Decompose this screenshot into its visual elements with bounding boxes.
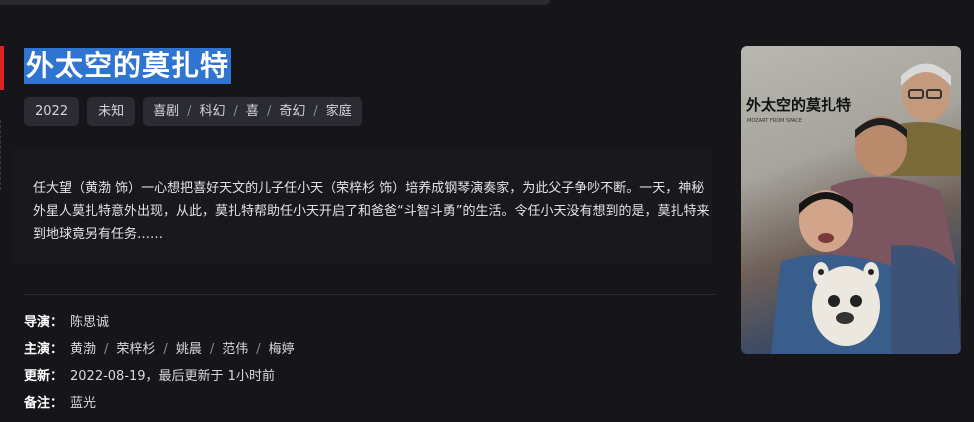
director-value: 陈思诚: [70, 309, 109, 336]
timeline-dashed-line: [0, 120, 3, 190]
note-label: 备注：: [24, 396, 64, 411]
genre-tag[interactable]: 科幻: [200, 97, 226, 126]
detail-panel: 外太空的莫扎特 2022 未知 喜剧 / 科幻 / 喜 / 奇幻 / 家庭 任大望（黄渤…: [0, 0, 974, 422]
cast-link[interactable]: 黄渤: [70, 336, 96, 363]
separator: /: [163, 342, 168, 357]
separator: /: [266, 104, 272, 119]
divider: [24, 294, 716, 295]
poster-title: 外太空的莫扎特: [745, 96, 851, 114]
page-title: 外太空的莫扎特: [24, 48, 232, 84]
update-label: 更新：: [24, 369, 64, 384]
genre-tag[interactable]: 奇幻: [279, 97, 305, 126]
poster-illustration: 外太空的莫扎特 MOZART FROM SPACE: [745, 63, 961, 354]
cast-value: 黄渤 / 荣梓杉 / 姚晨 / 范伟 / 梅婷: [70, 336, 295, 363]
update-value: 2022-08-19，最后更新于 1小时前: [70, 369, 275, 384]
note-value: 蓝光: [70, 396, 97, 411]
separator: /: [313, 104, 318, 119]
title-accent-bar: [0, 46, 4, 90]
separator: /: [187, 104, 192, 119]
cast-link[interactable]: 范伟: [222, 336, 248, 363]
info-list: 导演： 陈思诚 主演： 黄渤 / 荣梓杉 / 姚晨 / 范伟 / 梅婷 更新： 2022…: [24, 309, 295, 417]
cast-label: 主演：: [24, 342, 64, 357]
separator: /: [256, 342, 261, 357]
region-tag[interactable]: 未知: [87, 97, 136, 126]
cast-link[interactable]: 梅婷: [269, 336, 295, 363]
year-tag[interactable]: 2022: [24, 97, 80, 126]
genre-tag[interactable]: 喜剧: [153, 97, 179, 126]
director-row: 导演： 陈思诚: [24, 309, 295, 336]
separator: /: [233, 104, 238, 119]
poster-image[interactable]: 外太空的莫扎特 MOZART FROM SPACE: [741, 46, 961, 354]
genre-tags: 喜剧 / 科幻 / 喜 / 奇幻 / 家庭: [143, 97, 362, 126]
synopsis-text: 任大望（黄渤 饰）一心想把喜好天文的儿子任小天（荣梓杉 饰）培养成钢琴演奏家，为…: [33, 181, 710, 242]
update-row: 更新： 2022-08-19，最后更新于 1小时前: [24, 363, 295, 390]
genre-tag[interactable]: 喜: [246, 97, 259, 126]
director-label: 导演：: [24, 315, 64, 330]
tag-list: 2022 未知 喜剧 / 科幻 / 喜 / 奇幻 / 家庭: [24, 97, 362, 126]
cast-row: 主演： 黄渤 / 荣梓杉 / 姚晨 / 范伟 / 梅婷: [24, 336, 295, 363]
separator: /: [209, 342, 215, 357]
note-row: 备注： 蓝光: [24, 390, 295, 417]
cast-link[interactable]: 荣梓杉: [116, 336, 155, 363]
genre-tag[interactable]: 家庭: [326, 97, 352, 126]
separator: /: [104, 342, 109, 357]
director-link[interactable]: 陈思诚: [70, 309, 109, 336]
cast-link[interactable]: 姚晨: [176, 336, 202, 363]
poster-subtitle: MOZART FROM SPACE: [747, 118, 802, 124]
